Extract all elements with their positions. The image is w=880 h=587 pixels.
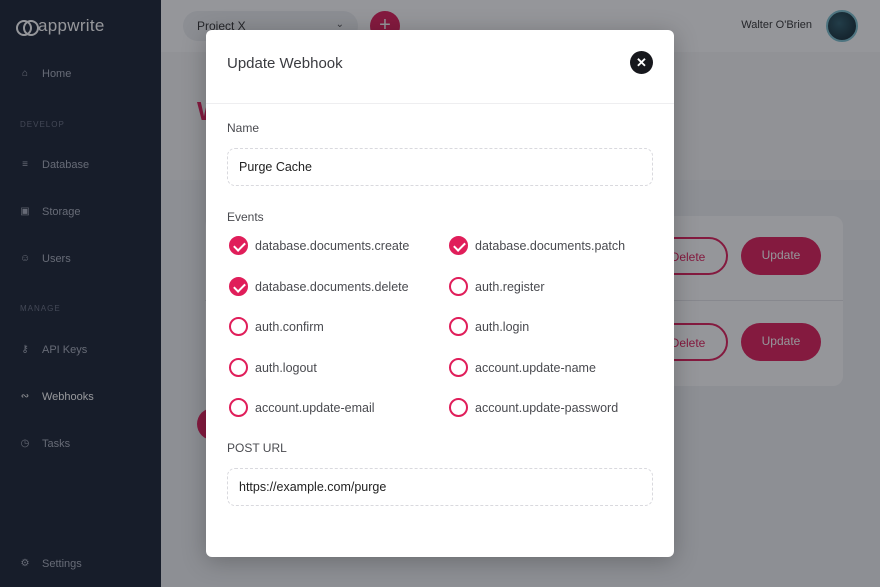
post-url-input[interactable] bbox=[227, 468, 653, 506]
checkbox-unchecked-icon[interactable] bbox=[449, 277, 468, 296]
checkbox-unchecked-icon[interactable] bbox=[229, 398, 248, 417]
event-option[interactable]: account.update-password bbox=[449, 398, 618, 417]
event-label: auth.logout bbox=[255, 360, 317, 375]
dialog-divider bbox=[206, 103, 674, 104]
checkbox-checked-icon[interactable] bbox=[229, 236, 248, 255]
event-label: auth.confirm bbox=[255, 319, 324, 334]
event-option[interactable]: database.documents.patch bbox=[449, 236, 625, 255]
checkbox-unchecked-icon[interactable] bbox=[449, 398, 468, 417]
event-label: auth.login bbox=[475, 319, 530, 334]
checkbox-unchecked-icon[interactable] bbox=[449, 317, 468, 336]
checkbox-unchecked-icon[interactable] bbox=[229, 317, 248, 336]
checkbox-checked-icon[interactable] bbox=[449, 236, 468, 255]
event-label: database.documents.create bbox=[255, 238, 410, 253]
event-option[interactable]: auth.logout bbox=[229, 358, 317, 377]
event-option[interactable]: auth.login bbox=[449, 317, 529, 336]
event-option[interactable]: database.documents.create bbox=[229, 236, 409, 255]
events-label: Events bbox=[227, 210, 264, 224]
checkbox-unchecked-icon[interactable] bbox=[229, 358, 248, 377]
event-option[interactable]: auth.confirm bbox=[229, 317, 324, 336]
event-option[interactable]: database.documents.delete bbox=[229, 277, 409, 296]
close-icon: ✕ bbox=[636, 55, 647, 70]
event-option[interactable]: auth.register bbox=[449, 277, 544, 296]
checkbox-checked-icon[interactable] bbox=[229, 277, 248, 296]
event-option[interactable]: account.update-email bbox=[229, 398, 375, 417]
event-label: database.documents.patch bbox=[475, 238, 626, 253]
event-label: database.documents.delete bbox=[255, 279, 409, 294]
dialog-title: Update Webhook bbox=[227, 55, 343, 72]
update-webhook-dialog: Update Webhook ✕ Name Events database.do… bbox=[206, 30, 674, 557]
close-button[interactable]: ✕ bbox=[630, 51, 653, 74]
checkbox-unchecked-icon[interactable] bbox=[449, 358, 468, 377]
event-option[interactable]: account.update-name bbox=[449, 358, 596, 377]
event-label: account.update-email bbox=[255, 400, 375, 415]
event-label: account.update-password bbox=[475, 400, 619, 415]
event-label: auth.register bbox=[475, 279, 545, 294]
name-input[interactable] bbox=[227, 148, 653, 186]
name-label: Name bbox=[227, 121, 260, 135]
event-label: account.update-name bbox=[475, 360, 596, 375]
post-url-label: POST URL bbox=[227, 441, 287, 455]
